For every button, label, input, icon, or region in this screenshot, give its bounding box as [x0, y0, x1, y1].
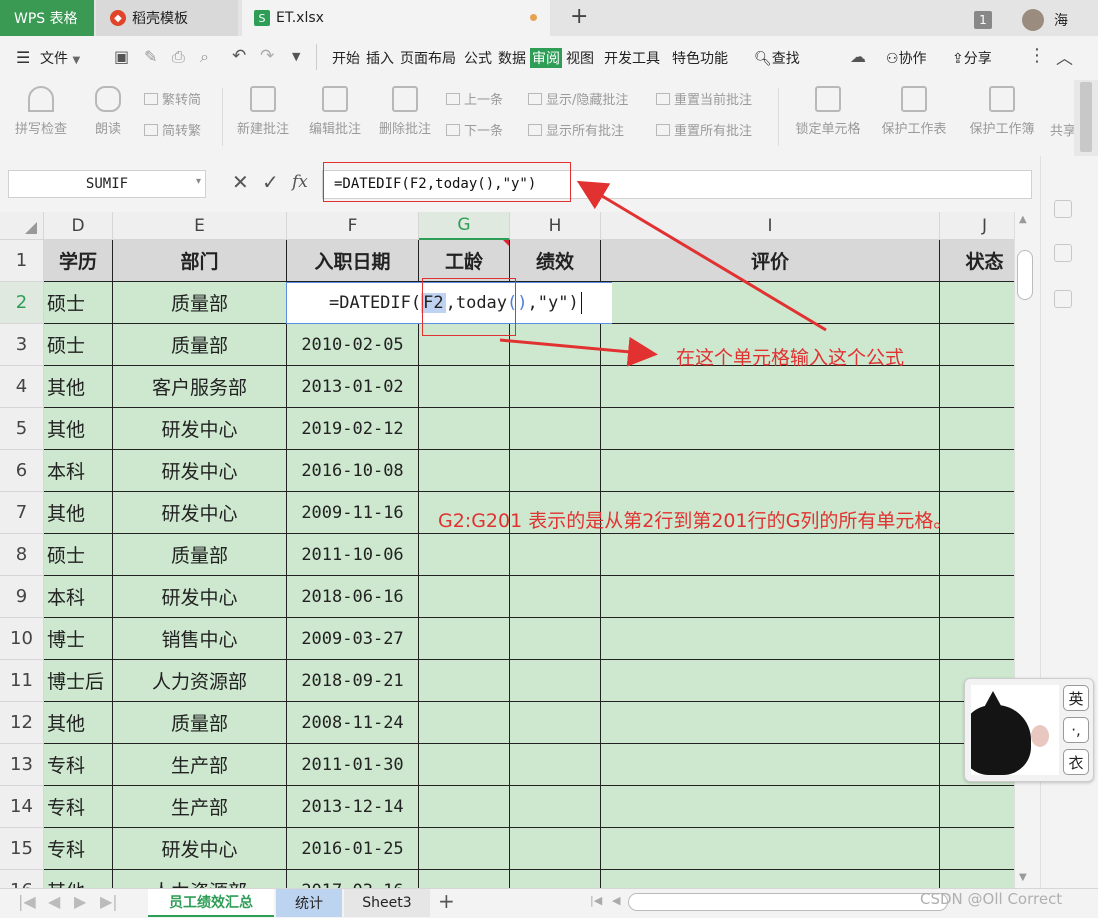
scroll-up-icon[interactable]: ▲	[1019, 214, 1027, 225]
vertical-scroll-thumb[interactable]	[1017, 250, 1033, 300]
select-pointer-icon[interactable]	[1054, 200, 1072, 218]
annotation-input-hint: 在这个单元格输入这个公式	[676, 347, 905, 369]
next-sheet-icon[interactable]: ▶	[74, 892, 86, 911]
arrow-to-formula	[576, 180, 827, 332]
sheet-scroll-left-icon[interactable]: |◀	[590, 894, 602, 907]
ime-language-toggle[interactable]: 英	[1063, 685, 1089, 711]
arrow-to-hint	[499, 336, 658, 367]
watermark: CSDN @Oll Correct	[920, 890, 1063, 908]
sheet-tab-active[interactable]: 员工绩效汇总	[148, 889, 274, 917]
horizontal-scroll-thumb[interactable]	[628, 893, 948, 911]
scroll-down-icon[interactable]: ▼	[1019, 872, 1027, 883]
backup-icon[interactable]	[1054, 290, 1072, 308]
cat-silhouette	[971, 705, 1031, 775]
vertical-scrollbar[interactable]	[1014, 212, 1038, 888]
side-panel	[1040, 156, 1098, 918]
ime-punctuation-toggle[interactable]: ·,	[1063, 717, 1089, 743]
hscroll-left-icon[interactable]: ◀	[612, 894, 620, 907]
ime-widget[interactable]: 英 ·, 衣	[964, 678, 1094, 782]
add-sheet-button[interactable]: +	[438, 889, 455, 913]
last-sheet-icon[interactable]: ▶|	[100, 892, 118, 911]
annotation-arrows	[499, 180, 827, 367]
butterfly-icon	[1031, 725, 1049, 747]
cat-skin-image	[971, 685, 1059, 775]
ime-skin-button[interactable]: 衣	[1063, 749, 1089, 775]
adjust-settings-icon[interactable]	[1054, 244, 1072, 262]
sheet-tab-stats[interactable]: 统计	[276, 889, 342, 917]
annotation-range-note: G2:G201 表示的是从第2行到第201行的G列的所有单元格。	[438, 510, 953, 532]
sheet-tab-sheet3[interactable]: Sheet3	[344, 889, 430, 917]
prev-sheet-icon[interactable]: ◀	[48, 892, 60, 911]
first-sheet-icon[interactable]: |◀	[18, 892, 36, 911]
